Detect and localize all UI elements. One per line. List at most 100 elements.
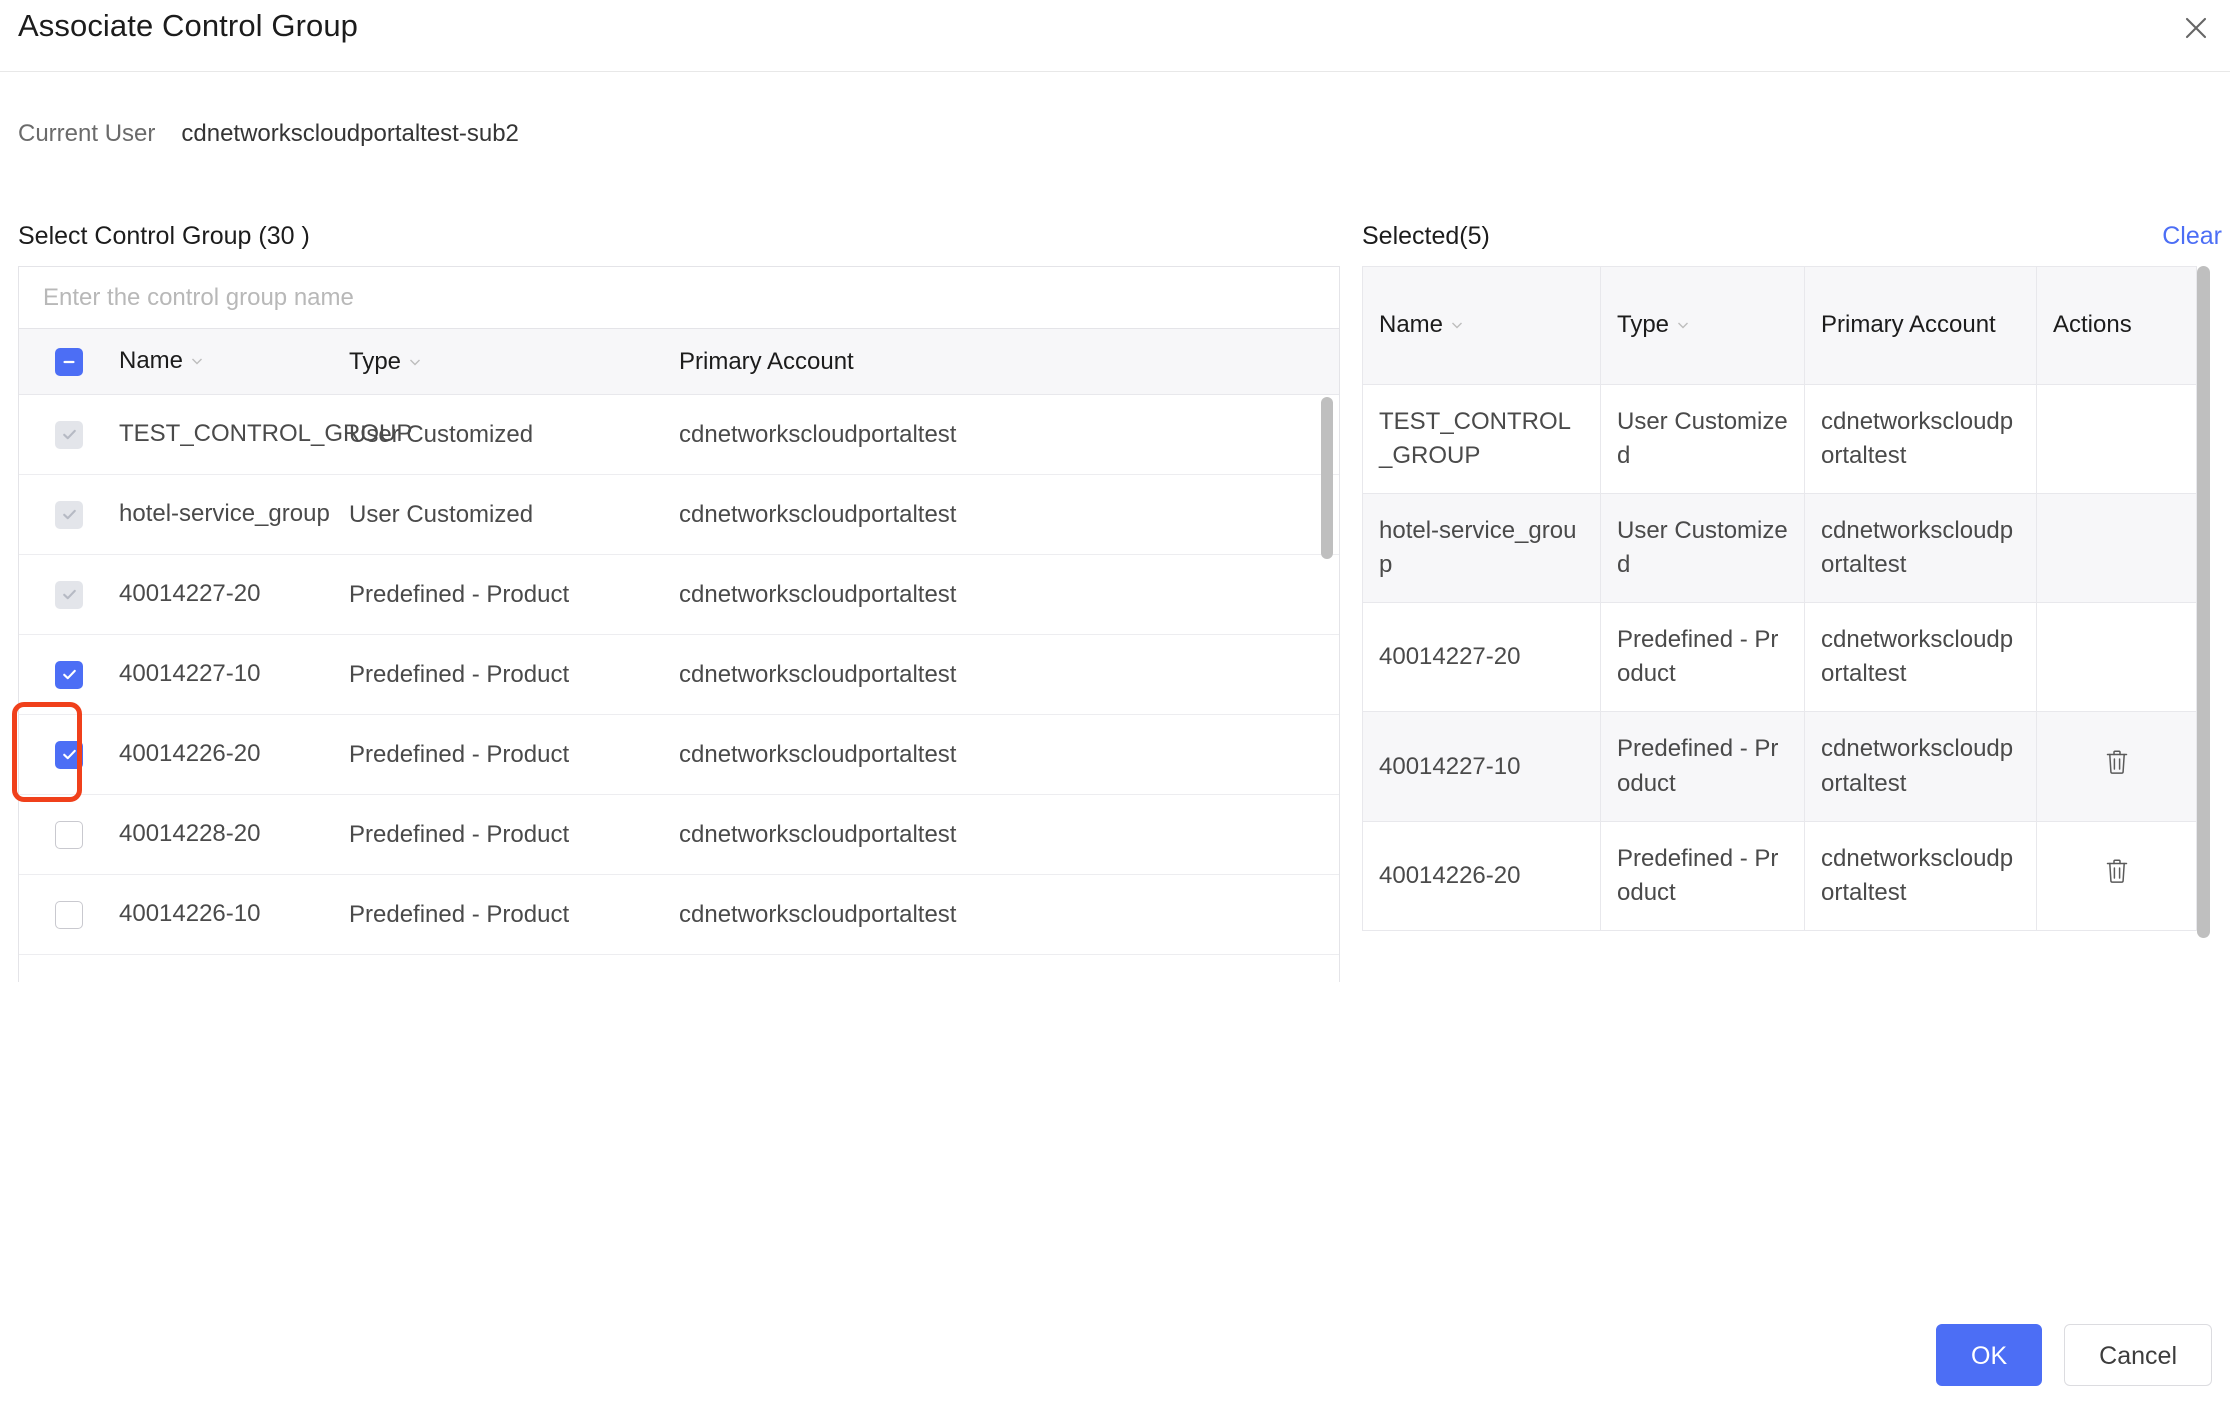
chevron-down-icon (407, 354, 423, 370)
row-account: cdnetworkscloudportaltest (679, 820, 957, 848)
row-account: cdnetworkscloudportaltest (1804, 820, 2037, 931)
table-row: 40014226-20 Predefined - Product cdnetwork… (1362, 820, 2197, 931)
current-user-value: cdnetworkscloudportaltest-sub2 (181, 120, 519, 147)
row-account: cdnetworkscloudportaltest (1804, 383, 2037, 495)
row-name: 40014227-10 (119, 660, 261, 688)
row-type: Predefined - Product (349, 580, 570, 608)
right-col-header-name[interactable]: Name (1362, 266, 1601, 385)
search-input[interactable] (19, 283, 1339, 312)
row-type: User Customized (349, 420, 534, 448)
row-account: cdnetworkscloudportaltest (679, 900, 957, 928)
table-row[interactable]: 40014226-20 Predefined - Product cdnetwork… (19, 715, 1339, 795)
selected-table-header-row: Name Type Primary Account Actions (1362, 266, 2197, 385)
search-row (19, 267, 1339, 329)
row-checkbox[interactable] (55, 820, 83, 849)
table-row[interactable]: hotel-service_group User Customized cdnetw… (19, 475, 1339, 555)
left-col-header-type[interactable]: Type (349, 348, 679, 376)
selected-table-scrollbar[interactable] (2197, 266, 2210, 986)
row-name: 40014228-20 (119, 820, 261, 848)
row-checkbox-cell[interactable] (19, 660, 119, 689)
row-name: hotel-service_group (1362, 493, 1601, 604)
row-checkbox-cell[interactable] (19, 420, 119, 449)
row-account: cdnetworkscloudportaltest (679, 660, 957, 688)
row-account: cdnetworkscloudportaltest (1804, 602, 2037, 713)
dialog-footer: OK Cancel (1936, 1324, 2212, 1386)
left-table-body: TEST_CONTROL_GROUP User Customized cdnetwo… (19, 395, 1339, 955)
left-col-header-name[interactable]: Name (119, 345, 349, 377)
row-type: User Customized (1600, 383, 1805, 495)
chevron-down-icon (1675, 317, 1691, 333)
dialog-header: Associate Control Group (0, 0, 2230, 72)
right-col-header-type-label: Type (1617, 311, 1670, 339)
select-all-checkbox[interactable] (55, 347, 83, 376)
select-control-group-title: Select Control Group (30 ) (18, 222, 310, 250)
left-table-scrollbar-thumb[interactable] (1321, 397, 1333, 559)
table-row: TEST_CONTROL_GROUP User Customized cdnetwo… (1362, 383, 2197, 495)
row-actions (2036, 493, 2197, 604)
select-control-group-panel: Name Type Primary Account TEST_CONTROL_G… (18, 266, 1340, 982)
table-row[interactable]: TEST_CONTROL_GROUP User Customized cdnetwo… (19, 395, 1339, 475)
row-name: TEST_CONTROL_GROUP (119, 420, 413, 448)
row-type: Predefined - Product (349, 740, 570, 768)
table-row[interactable]: 40014227-20 Predefined - Product cdnetwork… (19, 555, 1339, 635)
table-row[interactable]: 40014226-10 Predefined - Product cdnetwork… (19, 875, 1339, 955)
row-name: 40014227-10 (1362, 711, 1601, 822)
row-checkbox-cell[interactable] (19, 740, 119, 769)
right-col-header-name-label: Name (1379, 311, 1444, 339)
row-name: 40014226-20 (119, 740, 261, 768)
row-actions (2036, 820, 2197, 931)
select-all-checkbox-cell (19, 347, 119, 376)
current-user-label: Current User (18, 120, 156, 147)
row-actions (2036, 711, 2197, 822)
row-actions (2036, 383, 2197, 495)
row-checkbox[interactable] (55, 740, 83, 769)
right-col-header-actions: Actions (2036, 266, 2197, 385)
selected-table-scrollbar-thumb[interactable] (2197, 266, 2210, 938)
row-name: 40014226-20 (1362, 820, 1601, 931)
row-type: Predefined - Product (349, 660, 570, 688)
row-account: cdnetworkscloudportaltest (679, 420, 957, 448)
chevron-down-icon (189, 353, 205, 369)
row-type: User Customized (349, 500, 534, 528)
row-name: 40014227-20 (119, 580, 261, 608)
row-checkbox-disabled (55, 500, 83, 529)
row-account: cdnetworkscloudportaltest (679, 740, 957, 768)
row-checkbox-cell[interactable] (19, 820, 119, 849)
row-name: hotel-service_group (119, 500, 330, 528)
table-row[interactable]: 40014228-20 Predefined - Product cdnetwork… (19, 795, 1339, 875)
row-checkbox-disabled (55, 420, 83, 449)
row-type: Predefined - Product (1600, 602, 1805, 713)
right-col-header-type[interactable]: Type (1600, 266, 1805, 385)
row-account: cdnetworkscloudportaltest (679, 500, 957, 528)
row-name: 40014227-20 (1362, 602, 1601, 713)
page-title: Associate Control Group (18, 8, 359, 43)
row-checkbox-cell[interactable] (19, 500, 119, 529)
row-actions (2036, 602, 2197, 713)
selected-title: Selected(5) (1362, 222, 1490, 250)
delete-icon[interactable] (2104, 857, 2130, 885)
selected-table: Name Type Primary Account Actions TEST_C… (1362, 266, 2197, 931)
row-type: Predefined - Product (1600, 711, 1805, 822)
row-account: cdnetworkscloudportaltest (1804, 711, 2037, 822)
selected-table-body: TEST_CONTROL_GROUP User Customized cdnetwo… (1362, 383, 2197, 931)
row-checkbox[interactable] (55, 900, 83, 929)
left-table-header: Name Type Primary Account (19, 329, 1339, 395)
row-checkbox[interactable] (55, 660, 83, 689)
table-row: 40014227-20 Predefined - Product cdnetwork… (1362, 602, 2197, 713)
associate-control-group-dialog: Associate Control Group Current User cdn… (0, 0, 2230, 1414)
left-col-header-name-label: Name (119, 347, 184, 375)
cancel-button[interactable]: Cancel (2064, 1324, 2212, 1386)
ok-button[interactable]: OK (1936, 1324, 2043, 1386)
row-type: Predefined - Product (1600, 820, 1805, 931)
selected-panel: Name Type Primary Account Actions TEST_C… (1362, 266, 2214, 986)
clear-link[interactable]: Clear (2162, 222, 2222, 251)
row-account: cdnetworkscloudportaltest (1804, 493, 2037, 604)
row-name: 40014226-10 (119, 900, 261, 928)
close-icon[interactable] (2174, 6, 2218, 50)
table-row[interactable]: 40014227-10 Predefined - Product cdnetwork… (19, 635, 1339, 715)
delete-icon[interactable] (2104, 748, 2130, 776)
left-table-scrollbar[interactable] (1321, 397, 1333, 982)
right-col-header-account: Primary Account (1804, 266, 2037, 385)
row-checkbox-cell[interactable] (19, 900, 119, 929)
row-checkbox-cell[interactable] (19, 580, 119, 609)
